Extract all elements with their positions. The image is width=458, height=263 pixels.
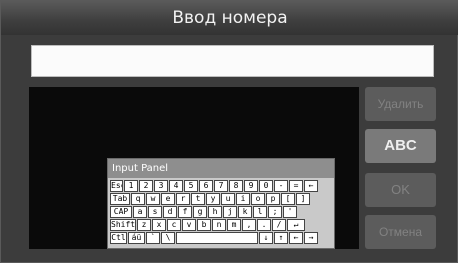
key-k[interactable]: k — [238, 206, 252, 218]
keyboard-row-5: Ctl áü ` \ ↓ ↑ ← → — [110, 232, 318, 245]
arrow-up-key[interactable]: ↑ — [274, 232, 288, 244]
key-comma[interactable]: , — [242, 219, 256, 231]
key-2[interactable]: 2 — [139, 180, 153, 192]
key-c[interactable]: c — [167, 219, 181, 231]
key-u[interactable]: u — [221, 193, 235, 205]
key-p[interactable]: p — [266, 193, 280, 205]
key-f[interactable]: f — [178, 206, 192, 218]
keyboard-row-4: Shift z x c v b n m , . / ↵ — [110, 219, 305, 232]
input-panel-title: Input Panel — [108, 159, 334, 178]
key-x[interactable]: x — [152, 219, 166, 231]
arrow-right-key[interactable]: → — [304, 232, 318, 244]
key-j[interactable]: j — [223, 206, 237, 218]
key-s[interactable]: s — [148, 206, 162, 218]
key-7[interactable]: 7 — [214, 180, 228, 192]
key-slash[interactable]: / — [272, 219, 286, 231]
key-8[interactable]: 8 — [229, 180, 243, 192]
key-a[interactable]: a — [133, 206, 147, 218]
ok-button[interactable]: OK — [365, 173, 436, 207]
key-shift[interactable]: Shift — [110, 219, 136, 231]
key-b[interactable]: b — [197, 219, 211, 231]
key-r[interactable]: r — [176, 193, 190, 205]
key-tab[interactable]: Tab — [110, 193, 130, 205]
input-panel-keyboard: Input Panel Esc 1 2 3 4 5 6 7 8 9 0 - = … — [107, 158, 335, 249]
dialog-window: Ввод номера Удалить ABC OK Отмена Input … — [0, 0, 458, 263]
key-y[interactable]: y — [206, 193, 220, 205]
key-backtick[interactable]: ` — [146, 232, 160, 244]
number-input-field[interactable] — [31, 45, 434, 77]
key-4[interactable]: 4 — [169, 180, 183, 192]
key-t[interactable]: t — [191, 193, 205, 205]
key-minus[interactable]: - — [274, 180, 288, 192]
key-1[interactable]: 1 — [124, 180, 138, 192]
key-i[interactable]: i — [236, 193, 250, 205]
key-o[interactable]: o — [251, 193, 265, 205]
key-period[interactable]: . — [257, 219, 271, 231]
delete-button[interactable]: Удалить — [365, 87, 436, 121]
window-title: Ввод номера — [1, 1, 458, 35]
key-equals[interactable]: = — [289, 180, 303, 192]
key-caps[interactable]: CAP — [110, 206, 132, 218]
key-esc[interactable]: Esc — [110, 180, 123, 192]
key-m[interactable]: m — [227, 219, 241, 231]
key-3[interactable]: 3 — [154, 180, 168, 192]
keyboard-row-1: Esc 1 2 3 4 5 6 7 8 9 0 - = ← — [110, 180, 318, 193]
key-z[interactable]: z — [137, 219, 151, 231]
key-g[interactable]: g — [193, 206, 207, 218]
key-v[interactable]: v — [182, 219, 196, 231]
key-n[interactable]: n — [212, 219, 226, 231]
cancel-button[interactable]: Отмена — [365, 215, 436, 249]
arrow-left-key[interactable]: ← — [289, 232, 303, 244]
backspace-key[interactable]: ← — [304, 180, 318, 192]
abc-button[interactable]: ABC — [365, 129, 436, 163]
key-ctrl[interactable]: Ctl — [110, 232, 127, 244]
keyboard-row-2: Tab q w e r t y u i o p [ ] — [110, 193, 310, 206]
key-left-bracket[interactable]: [ — [281, 193, 295, 205]
key-quote[interactable]: ' — [283, 206, 297, 218]
enter-key[interactable]: ↵ — [287, 219, 305, 231]
key-q[interactable]: q — [131, 193, 145, 205]
key-9[interactable]: 9 — [244, 180, 258, 192]
key-w[interactable]: w — [146, 193, 160, 205]
key-intl[interactable]: áü — [128, 232, 145, 244]
key-h[interactable]: h — [208, 206, 222, 218]
key-5[interactable]: 5 — [184, 180, 198, 192]
key-0[interactable]: 0 — [259, 180, 273, 192]
key-d[interactable]: d — [163, 206, 177, 218]
key-6[interactable]: 6 — [199, 180, 213, 192]
keyboard-row-3: CAP a s d f g h j k l ; ' — [110, 206, 297, 219]
arrow-down-key[interactable]: ↓ — [259, 232, 273, 244]
key-right-bracket[interactable]: ] — [296, 193, 310, 205]
key-semicolon[interactable]: ; — [268, 206, 282, 218]
key-e[interactable]: e — [161, 193, 175, 205]
key-backslash[interactable]: \ — [161, 232, 175, 244]
key-l[interactable]: l — [253, 206, 267, 218]
space-key[interactable] — [176, 232, 258, 244]
